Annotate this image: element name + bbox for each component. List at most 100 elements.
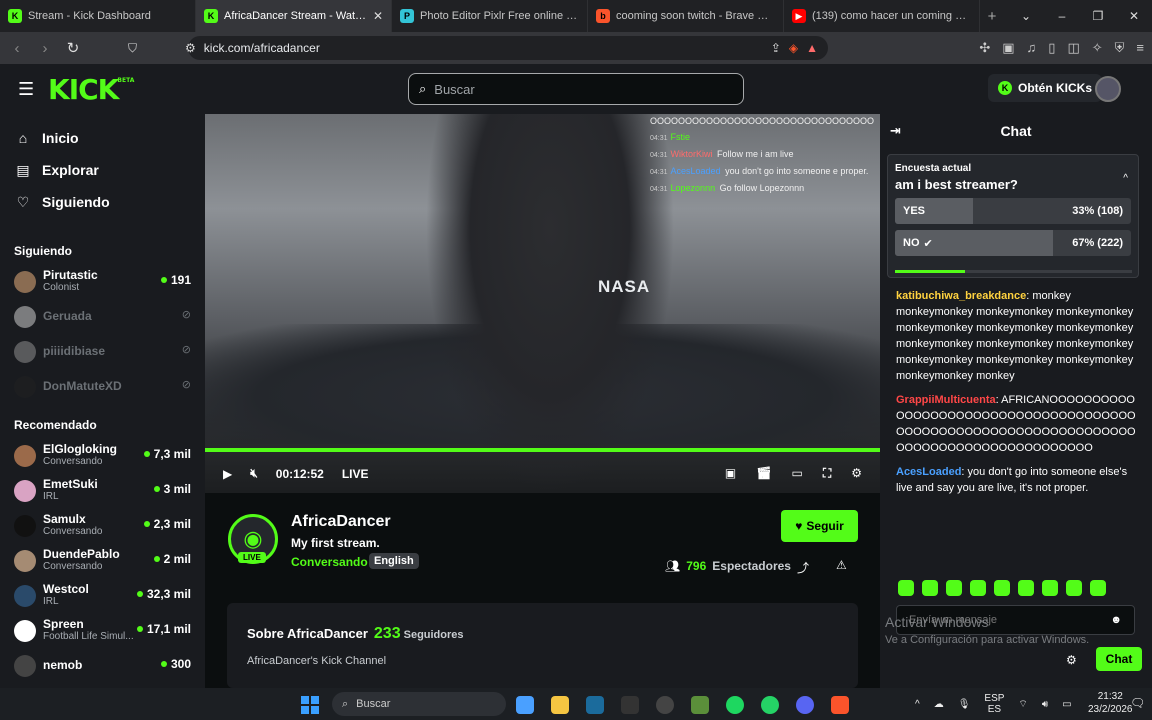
file-explorer-icon[interactable] (551, 696, 569, 714)
nav-item-explorar[interactable]: ▤ Explorar (0, 154, 205, 186)
browser-tab[interactable]: ▶ (139) como hacer un coming song c (784, 0, 980, 32)
emote-icon[interactable] (922, 580, 938, 596)
chevron-down-icon[interactable]: ⌄ (1008, 9, 1044, 23)
sidebar-channel[interactable]: Westcol IRL 32,3 mil (0, 578, 205, 613)
battery-icon[interactable]: ▭ (1062, 699, 1071, 710)
sidebar-channel[interactable]: Pirutastic Colonist 191 (0, 264, 205, 299)
back-icon[interactable]: ‹ (8, 40, 26, 57)
chevron-up-icon[interactable]: ^ (915, 699, 920, 710)
microphone-icon[interactable]: 🎙︎ (958, 699, 971, 710)
emote-icon[interactable] (1042, 580, 1058, 596)
volume-icon[interactable]: 🔊︎ (1042, 699, 1048, 710)
sidebar-channel[interactable]: DuendePablo Conversando 2 mil (0, 543, 205, 578)
taskbar-clock[interactable]: 21:32 23/2/2026 (1088, 690, 1133, 716)
share-icon[interactable]: ⤴ (797, 559, 809, 576)
brave-shield-icon[interactable]: ◈ (789, 41, 798, 55)
hamburger-menu-icon[interactable]: ☰ (18, 79, 34, 100)
video-player[interactable]: NASA OOOOOOOOOOOOOOOOOOOOOOOOOOOOOOOO 04… (205, 114, 880, 493)
sidebar-channel[interactable]: EmetSuki IRL 3 mil (0, 473, 205, 508)
emote-icon[interactable] (1018, 580, 1034, 596)
discord-icon[interactable] (796, 696, 814, 714)
wallet-icon[interactable]: ◫ (1067, 40, 1079, 56)
wifi-icon[interactable]: ⌔ (1018, 698, 1027, 711)
live-progress-bar[interactable] (205, 448, 880, 452)
notifications-icon[interactable]: 🗨︎ (1130, 696, 1145, 710)
stream-category[interactable]: Conversando (291, 555, 368, 569)
obs-icon[interactable] (656, 696, 674, 714)
browser-tab[interactable]: P Photo Editor Pixlr Free online Image (392, 0, 588, 32)
close-tab-icon[interactable]: ✕ (373, 9, 383, 23)
get-kicks-button[interactable]: K Obtén KICKs (988, 74, 1103, 102)
settings-gear-icon[interactable]: ⚙ (851, 466, 862, 481)
sidebar-channel[interactable]: piiiidibiase ⊘ (0, 334, 205, 369)
vpn-icon[interactable]: ⛨ (1115, 40, 1125, 56)
spotify-icon[interactable] (726, 696, 744, 714)
menu-icon[interactable]: ≡ (1136, 40, 1144, 56)
emote-icon[interactable] (970, 580, 986, 596)
emote-icon[interactable] (1066, 580, 1082, 596)
brave-icon[interactable] (831, 696, 849, 714)
browser-tab-active[interactable]: K AfricaDancer Stream - Watch Live ✕ (196, 0, 392, 32)
clip-icon[interactable]: 🎬︎ (756, 466, 771, 481)
chat-settings-icon[interactable]: ⚙ (1066, 653, 1077, 667)
share-icon[interactable]: ⇪ (771, 41, 781, 55)
onedrive-icon[interactable]: ☁ (934, 699, 944, 710)
nav-item-siguiendo[interactable]: ♡ Siguiendo (0, 186, 205, 218)
screenshot-icon[interactable]: ▣ (1002, 40, 1014, 56)
chat-username[interactable]: katibuchiwa_breakdance (896, 290, 1026, 302)
extension-puzzle-icon[interactable]: ✣ (979, 40, 990, 56)
forward-icon[interactable]: › (36, 40, 54, 57)
emoji-picker-icon[interactable]: ☻ (1110, 614, 1122, 626)
restore-icon[interactable]: ❐ (1080, 9, 1116, 23)
fullscreen-icon[interactable]: ⛶ (823, 466, 831, 481)
minimize-icon[interactable]: – (1044, 9, 1080, 23)
leo-icon[interactable]: ✧ (1092, 40, 1103, 56)
send-chat-button[interactable]: Chat (1096, 647, 1142, 671)
chevron-up-icon[interactable]: ^ (1123, 173, 1128, 184)
whatsapp-icon[interactable] (761, 696, 779, 714)
browser-tab[interactable]: b cooming soon twitch - Brave Search (588, 0, 784, 32)
live-label[interactable]: LIVE (342, 467, 369, 481)
poll-option[interactable]: YES 33% (108) (895, 198, 1131, 224)
emote-icon[interactable] (1090, 580, 1106, 596)
user-avatar[interactable] (1095, 76, 1121, 102)
language-indicator[interactable]: ESP ES (984, 693, 1004, 715)
sidebar-channel[interactable]: Spreen Football Life Simul... 17,1 mil (0, 613, 205, 648)
new-tab-icon[interactable]: + (980, 8, 1004, 25)
widgets-icon[interactable] (516, 696, 534, 714)
browser-tab[interactable]: K Stream - Kick Dashboard (0, 0, 196, 32)
miniplayer-icon[interactable]: ▣ (725, 466, 736, 481)
emote-icon[interactable] (946, 580, 962, 596)
chat-username[interactable]: AcesLoaded (896, 466, 961, 478)
windows-start-icon[interactable] (301, 696, 319, 714)
poll-option[interactable]: NO ✔ 67% (222) (895, 230, 1131, 256)
sidebar-channel[interactable]: ElGlogloking Conversando 7,3 mil (0, 438, 205, 473)
nav-item-inicio[interactable]: ⌂ Inicio (0, 122, 205, 154)
kick-logo[interactable]: KICK BETA (48, 73, 134, 106)
sidebar-channel[interactable]: Geruada ⊘ (0, 299, 205, 334)
site-info-icon[interactable]: ⚙ (185, 41, 196, 55)
bookmark-icon[interactable]: ⛉ (128, 41, 137, 56)
sidebar-toggle-icon[interactable]: ▯ (1048, 40, 1055, 56)
sidebar-channel[interactable]: DonMatuteXD ⊘ (0, 369, 205, 404)
reload-icon[interactable]: ↻ (64, 39, 82, 57)
follow-button[interactable]: ♥ Seguir (781, 510, 858, 542)
channel-name[interactable]: AfricaDancer (291, 513, 391, 531)
brave-rewards-icon[interactable]: ▲ (806, 41, 818, 55)
emote-icon[interactable] (898, 580, 914, 596)
collapse-chat-icon[interactable]: ⇥ (890, 123, 901, 139)
report-icon[interactable]: ⚠ (836, 558, 847, 572)
media-icon[interactable]: ♫ (1027, 40, 1037, 56)
search-input[interactable]: ⌕ Buscar (408, 73, 744, 105)
emote-icon[interactable] (994, 580, 1010, 596)
steam-icon[interactable] (586, 696, 604, 714)
sidebar-channel[interactable]: nemob 300 (0, 648, 205, 683)
language-tag[interactable]: English (369, 553, 419, 569)
chat-username[interactable]: GrappiiMulticuenta (896, 394, 996, 406)
epic-games-icon[interactable] (621, 696, 639, 714)
url-field[interactable]: ⛉ ⚙ kick.com/africadancer ⇪ ◈ ▲ (128, 36, 828, 60)
close-window-icon[interactable]: ✕ (1116, 9, 1152, 23)
taskbar-search[interactable]: ⌕ Buscar (332, 692, 506, 716)
play-icon[interactable]: ▶ (223, 467, 232, 481)
sidebar-channel[interactable]: Samulx Conversando 2,3 mil (0, 508, 205, 543)
